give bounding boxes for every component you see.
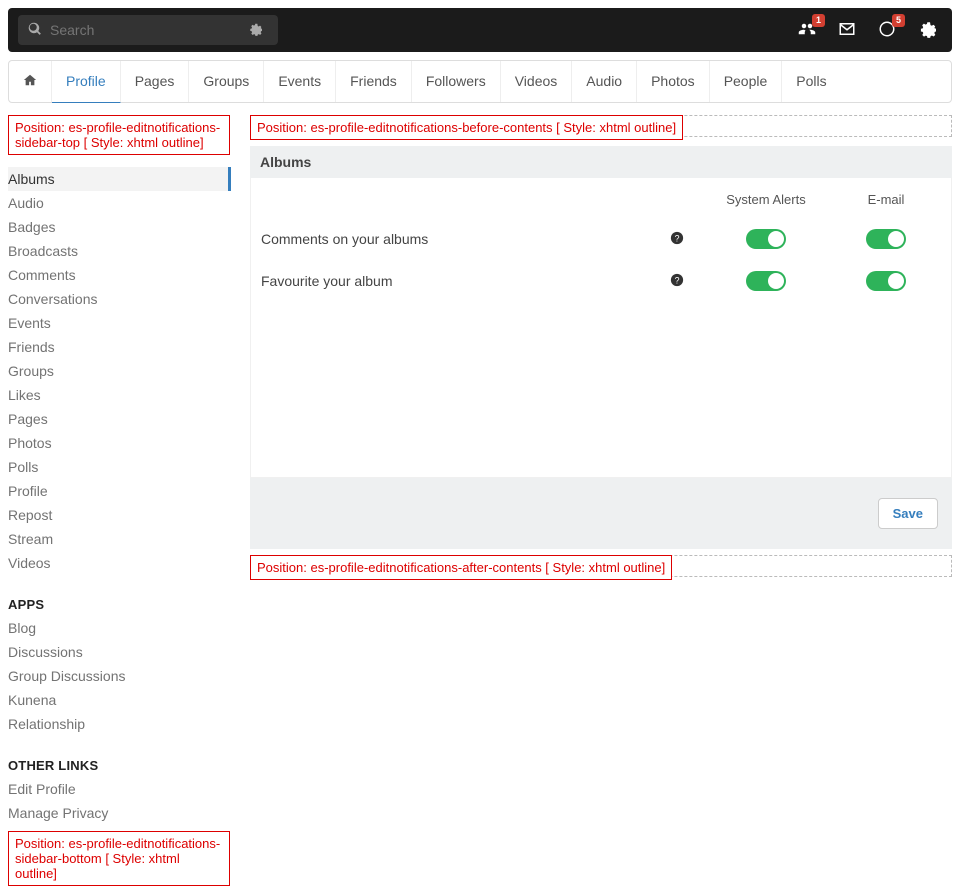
main-content: Position: es-profile-editnotifications-b… (250, 115, 952, 886)
sidebar-apps-list: BlogDiscussionsGroup DiscussionsKunenaRe… (8, 616, 230, 736)
sidebar-other-list: Edit ProfileManage Privacy (8, 777, 230, 825)
search-icon (28, 22, 50, 39)
row-label: Favourite your album (261, 273, 653, 289)
notification-grid: System Alerts E-mail Comments on your al… (261, 192, 941, 291)
sidebar-item-audio[interactable]: Audio (8, 191, 230, 215)
position-after-contents: Position: es-profile-editnotifications-a… (250, 555, 672, 580)
sidebar-item-pages[interactable]: Pages (8, 407, 230, 431)
nav-videos[interactable]: Videos (501, 61, 573, 102)
position-sidebar-bottom: Position: es-profile-editnotifications-s… (8, 831, 230, 886)
sidebar-item-broadcasts[interactable]: Broadcasts (8, 239, 230, 263)
nav-events[interactable]: Events (264, 61, 336, 102)
toggle-system-alerts[interactable] (746, 229, 786, 249)
notifications-badge: 5 (892, 14, 905, 27)
svg-text:?: ? (675, 233, 680, 243)
sidebar-item-stream[interactable]: Stream (8, 527, 230, 551)
save-bar: Save (250, 478, 952, 549)
sidebar-item-likes[interactable]: Likes (8, 383, 230, 407)
sidebar-item-conversations[interactable]: Conversations (8, 287, 230, 311)
sidebar-item-photos[interactable]: Photos (8, 431, 230, 455)
help-icon[interactable]: ? (670, 273, 684, 290)
nav-followers[interactable]: Followers (412, 61, 501, 102)
nav-pages[interactable]: Pages (121, 61, 190, 102)
friends-icon[interactable]: 1 (798, 20, 816, 41)
search-settings-icon[interactable] (248, 22, 270, 39)
col-email: E-mail (831, 192, 941, 207)
sidebar-item-kunena[interactable]: Kunena (8, 688, 230, 712)
save-button[interactable]: Save (878, 498, 938, 529)
settings-icon[interactable] (918, 20, 936, 41)
sidebar-item-relationship[interactable]: Relationship (8, 712, 230, 736)
topbar: 1 5 (8, 8, 952, 52)
section-title: Albums (250, 146, 952, 178)
sidebar-item-groups[interactable]: Groups (8, 359, 230, 383)
search-input[interactable] (50, 22, 268, 38)
sidebar-item-repost[interactable]: Repost (8, 503, 230, 527)
nav-profile[interactable]: Profile (52, 61, 121, 103)
sidebar-item-badges[interactable]: Badges (8, 215, 230, 239)
toggle-email[interactable] (866, 271, 906, 291)
position-sidebar-top: Position: es-profile-editnotifications-s… (8, 115, 230, 155)
sidebar-item-discussions[interactable]: Discussions (8, 640, 230, 664)
nav-friends[interactable]: Friends (336, 61, 412, 102)
sidebar-item-group-discussions[interactable]: Group Discussions (8, 664, 230, 688)
toggle-system-alerts[interactable] (746, 271, 786, 291)
col-system-alerts: System Alerts (701, 192, 831, 207)
sidebar-other-head: OTHER LINKS (8, 758, 230, 773)
nav-audio[interactable]: Audio (572, 61, 637, 102)
sidebar-item-polls[interactable]: Polls (8, 455, 230, 479)
friends-badge: 1 (812, 14, 825, 27)
nav-groups[interactable]: Groups (189, 61, 264, 102)
row-label: Comments on your albums (261, 231, 653, 247)
help-icon[interactable]: ? (670, 231, 684, 248)
nav-people[interactable]: People (710, 61, 783, 102)
sidebar-item-profile[interactable]: Profile (8, 479, 230, 503)
notifications-icon[interactable]: 5 (878, 20, 896, 41)
sidebar-item-events[interactable]: Events (8, 311, 230, 335)
search-box (18, 15, 278, 45)
sidebar-system-list: AlbumsAudioBadgesBroadcastsCommentsConve… (8, 167, 230, 575)
sidebar-item-comments[interactable]: Comments (8, 263, 230, 287)
sidebar-item-albums[interactable]: Albums (8, 167, 231, 191)
position-before-contents: Position: es-profile-editnotifications-b… (250, 115, 683, 140)
sidebar-item-friends[interactable]: Friends (8, 335, 230, 359)
nav-home[interactable] (9, 61, 52, 102)
sidebar-apps-head: APPS (8, 597, 230, 612)
nav-photos[interactable]: Photos (637, 61, 710, 102)
main-nav: ProfilePagesGroupsEventsFriendsFollowers… (8, 60, 952, 103)
nav-polls[interactable]: Polls (782, 61, 840, 102)
svg-text:?: ? (675, 275, 680, 285)
sidebar: Position: es-profile-editnotifications-s… (8, 115, 230, 886)
messages-icon[interactable] (838, 20, 856, 41)
topbar-actions: 1 5 (798, 20, 942, 41)
toggle-email[interactable] (866, 229, 906, 249)
sidebar-item-manage-privacy[interactable]: Manage Privacy (8, 801, 230, 825)
sidebar-item-blog[interactable]: Blog (8, 616, 230, 640)
sidebar-item-videos[interactable]: Videos (8, 551, 230, 575)
sidebar-item-edit-profile[interactable]: Edit Profile (8, 777, 230, 801)
